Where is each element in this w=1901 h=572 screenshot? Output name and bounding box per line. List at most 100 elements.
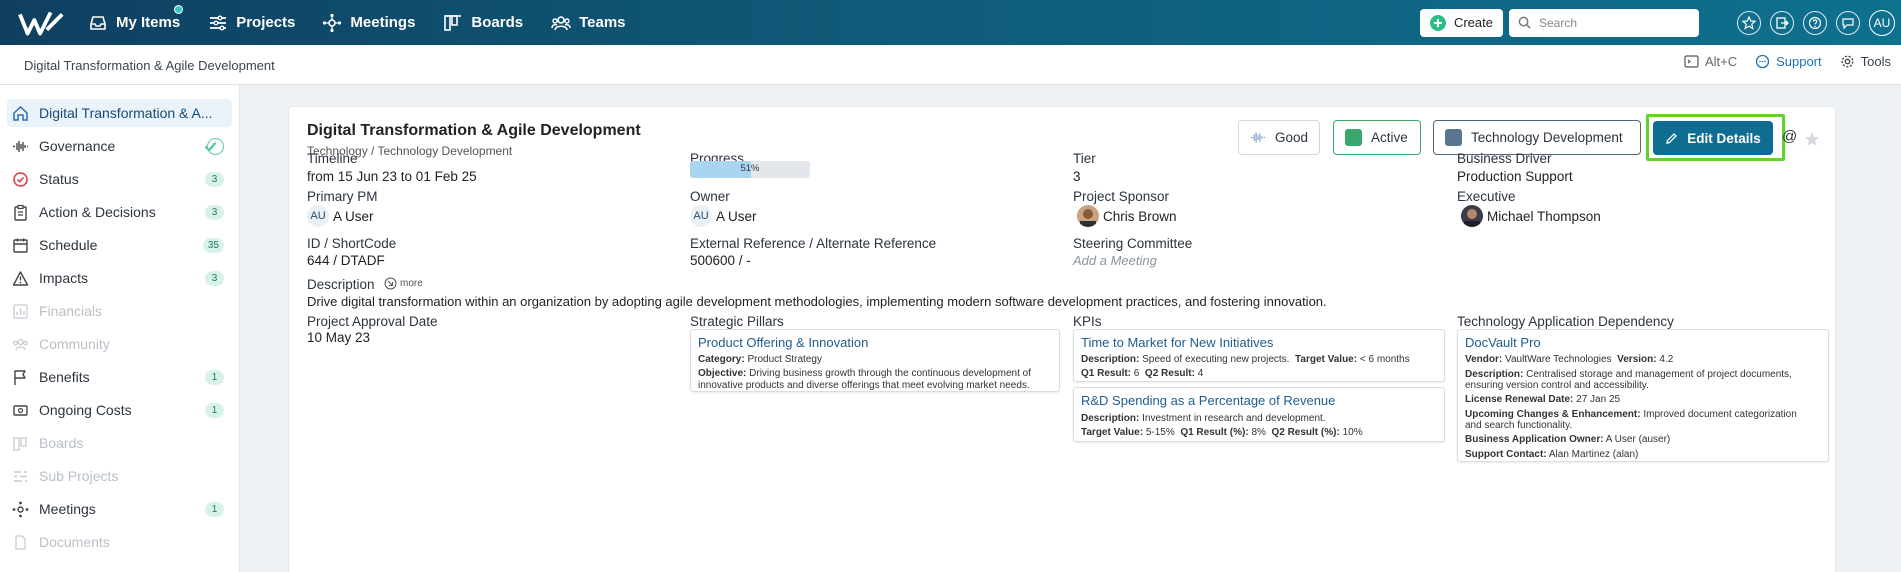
nav-label: Meetings [350,14,416,31]
sidebar-item-ongoing-costs[interactable]: Ongoing Costs 1 [7,396,232,424]
kpi-title[interactable]: Time to Market for New Initiatives [1081,335,1273,350]
governance-icon [13,140,28,152]
field-key: Q2 Result: [1144,368,1195,379]
edit-details-button[interactable]: Edit Details [1653,121,1773,155]
dependency-changes-cont: and search functionality. [1465,420,1573,431]
logout-button[interactable] [1770,10,1794,35]
projects-icon [210,15,227,30]
inbox-icon [90,15,106,30]
field-key: Description: [1081,413,1140,424]
sidebar-item-actions[interactable]: Action & Decisions 3 [7,198,232,226]
tools-label: Tools [1860,54,1891,69]
create-button[interactable]: Create [1419,8,1503,37]
chat-button[interactable] [1836,10,1860,35]
tier-label: Tier [1073,151,1096,166]
help-button[interactable] [1803,10,1827,35]
sidebar-item-community[interactable]: Community [7,330,232,358]
mention-icon[interactable]: @ [1782,128,1797,145]
favorite-star-icon[interactable] [1804,131,1820,147]
sidebar-item-overview[interactable]: Digital Transformation & A... [7,99,232,127]
edit-details-label: Edit Details [1687,130,1761,146]
help-icon [1808,16,1822,29]
sidebar-item-sub-projects[interactable]: Sub Projects [7,462,232,490]
nav-my-items[interactable]: My Items [88,4,183,33]
page-title: Digital Transformation & Agile Developme… [307,122,641,139]
external-ref-value: 500600 / - [690,253,751,268]
count-badge: 1 [205,501,224,517]
dependency-owner: A User (auser) [1605,434,1671,445]
count-badge: 1 [205,369,224,385]
sidebar-item-label: Impacts [39,270,89,286]
kpi-q2-result: 10% [1342,427,1363,438]
sidebar-item-governance[interactable]: Governance [7,132,232,160]
kpi-description: Speed of executing new projects. [1142,354,1290,365]
support-link[interactable]: Support [1755,54,1822,69]
app-logo[interactable] [18,8,68,38]
sidebar-item-documents[interactable]: Documents [7,528,232,556]
dependency-version: 4.2 [1659,354,1674,365]
sponsor-person[interactable]: Chris Brown [1077,205,1177,227]
kpi-title[interactable]: R&D Spending as a Percentage of Revenue [1081,393,1335,408]
field-key: License Renewal Date: [1465,394,1574,405]
user-avatar[interactable]: AU [1869,9,1895,36]
kpi-card[interactable]: Time to Market for New Initiatives Descr… [1073,329,1445,382]
home-icon [13,105,28,121]
sidebar-item-label: Boards [39,435,84,451]
top-navbar: My Items Projects Meetings Boards Teams … [0,0,1901,45]
sidebar-item-label: Sub Projects [39,468,119,484]
favorites-button[interactable] [1737,10,1761,35]
pillar-title[interactable]: Product Offering & Innovation [698,335,868,350]
sidebar-item-status[interactable]: Status 3 [7,165,232,193]
nav-meetings[interactable]: Meetings [322,13,415,33]
field-key: Q2 Result (%): [1271,427,1340,438]
count-badge: 35 [202,237,224,253]
dependency-title[interactable]: DocVault Pro [1465,335,1541,350]
terminal-icon [1684,55,1699,68]
kpi-card[interactable]: R&D Spending as a Percentage of Revenue … [1073,387,1445,442]
kpi-q2-result: 4 [1197,368,1204,379]
dependency-card[interactable]: DocVault Pro Vendor: VaultWare Technolog… [1457,329,1829,462]
field-key: Description: [1081,354,1140,365]
dependency-changes: Improved document categorization [1643,409,1797,420]
notification-dot [174,4,183,14]
plus-circle-icon [1429,14,1446,31]
support-chat-icon [1755,54,1770,69]
sidebar-item-benefits[interactable]: Benefits 1 [7,363,232,391]
sidebar-item-meetings[interactable]: Meetings 1 [7,495,232,523]
shortcut-button[interactable]: Alt+C [1684,54,1737,69]
more-toggle[interactable]: more [384,277,423,290]
search-icon [1518,16,1531,29]
shortcut-label: Alt+C [1704,54,1738,69]
nav-boards[interactable]: Boards [443,13,523,33]
documents-icon [15,534,26,550]
owner-person[interactable]: AU A User [690,205,757,227]
boards-icon [444,14,462,31]
sidebar-item-label: Community [39,336,110,352]
pillar-card[interactable]: Product Offering & Innovation Category: … [690,329,1060,392]
sidebar-item-financials[interactable]: Financials [7,297,232,325]
nav-label: Teams [579,14,626,31]
category-badge[interactable]: Technology Development [1433,120,1641,155]
dependency-label: Technology Application Dependency [1457,314,1674,329]
field-key: Q1 Result (%): [1180,427,1249,438]
primary-pm-person[interactable]: AU A User [307,205,374,227]
nav-projects[interactable]: Projects [208,13,295,33]
sidebar-item-boards[interactable]: Boards [7,429,232,457]
executive-person[interactable]: Michael Thompson [1461,205,1601,227]
tools-button[interactable]: Tools [1840,54,1891,69]
field-key: Objective: [698,368,747,379]
kpi-target: 5-15% [1145,427,1175,438]
nav-label: Projects [236,14,296,31]
breadcrumb[interactable]: Digital Transformation & Agile Developme… [24,58,275,73]
add-meeting-link[interactable]: Add a Meeting [1073,253,1157,268]
status-badge[interactable]: Active [1333,120,1421,155]
pulse-icon [1250,132,1266,143]
sidebar-item-impacts[interactable]: Impacts 3 [7,264,232,292]
kpis-label: KPIs [1073,314,1102,329]
search-input[interactable]: Search [1509,8,1699,37]
count-badge: 3 [205,171,224,187]
health-badge[interactable]: Good [1238,120,1320,155]
sidebar-item-schedule[interactable]: Schedule 35 [7,231,232,259]
nav-teams[interactable]: Teams [551,13,626,33]
status-color-swatch [1345,129,1362,146]
